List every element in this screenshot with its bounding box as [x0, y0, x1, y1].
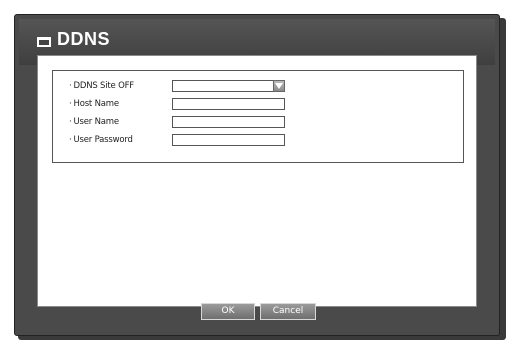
- user-name-input[interactable]: [172, 116, 285, 128]
- ddns-dialog: DDNS · DDNS Site OFF · Host Name · User …: [14, 14, 500, 336]
- dialog-content: · DDNS Site OFF · Host Name · User Name …: [37, 55, 477, 307]
- ddns-settings-group: · DDNS Site OFF · Host Name · User Name …: [52, 70, 464, 163]
- user-name-label: User Name: [73, 117, 120, 127]
- user-password-label: User Password: [73, 135, 133, 145]
- ddns-site-value: OFF: [118, 81, 134, 91]
- window-icon: [37, 37, 51, 47]
- bullet-icon: ·: [69, 99, 72, 109]
- bullet-icon: ·: [69, 135, 72, 145]
- bullet-icon: ·: [69, 81, 72, 91]
- host-name-input[interactable]: [172, 98, 285, 110]
- ok-button[interactable]: OK: [201, 303, 255, 320]
- button-bar: OK Cancel: [15, 301, 499, 323]
- dialog-title: DDNS: [57, 29, 111, 49]
- dropdown-arrow-button[interactable]: [273, 80, 285, 92]
- cancel-button[interactable]: Cancel: [260, 303, 316, 320]
- ddns-site-select[interactable]: [172, 80, 285, 92]
- user-password-input[interactable]: [172, 134, 285, 146]
- chevron-down-icon: [275, 83, 283, 89]
- bullet-icon: ·: [69, 117, 72, 127]
- ddns-site-label: DDNS Site: [73, 81, 116, 91]
- host-name-label: Host Name: [73, 99, 120, 109]
